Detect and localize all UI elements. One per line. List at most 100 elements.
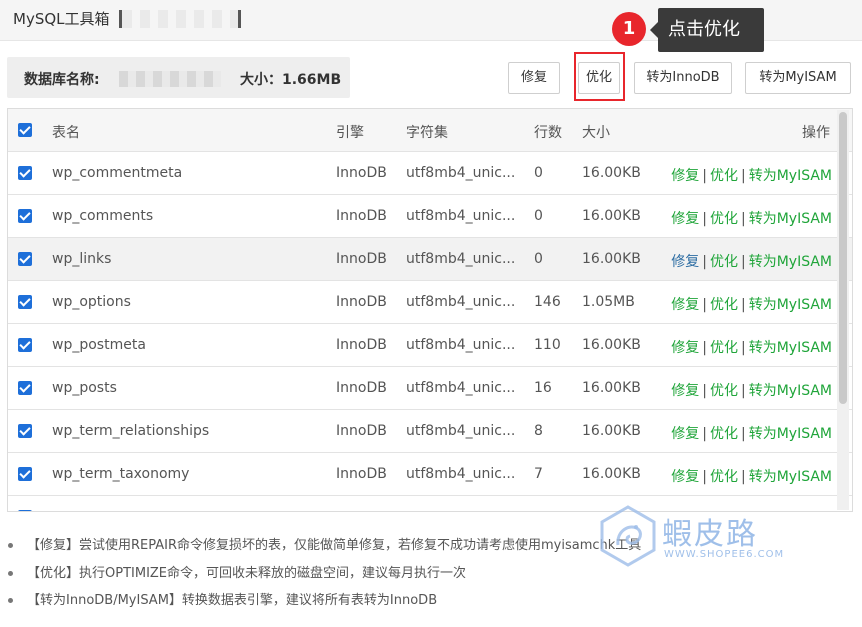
convert-myisam-button[interactable]: 转为MyISAM (745, 62, 851, 94)
row-checkbox[interactable] (18, 209, 32, 223)
row-repair-link[interactable]: 修复 (671, 383, 699, 399)
row-size: 16.00KB (582, 165, 641, 181)
row-optimize-link[interactable]: 优化 (710, 383, 738, 399)
note-item: 【优化】执行OPTIMIZE命令，可回收未释放的磁盘空间，建议每月执行一次 (8, 562, 466, 581)
op-separator: | (740, 340, 746, 356)
row-size: 16.00KB (582, 380, 641, 396)
table-row[interactable]: wp_postmeta InnoDB utf8mb4_unic... 110 1… (8, 324, 852, 367)
row-actions: 修复 | 优化 | 转为MyISAM (671, 294, 832, 314)
row-name: wp_commentmeta (52, 165, 183, 181)
note-text: 【优化】执行OPTIMIZE命令，可回收未释放的磁盘空间，建议每月执行一次 (27, 566, 467, 581)
header-rows: 行数 (534, 125, 562, 141)
row-optimize-link[interactable]: 优化 (710, 340, 738, 356)
row-size: 16.00KB (582, 466, 641, 482)
row-convert-link[interactable]: 转为MyISAM (749, 469, 832, 485)
row-rows: 7 (534, 466, 543, 482)
row-charset: utf8mb4_unic... (406, 380, 516, 396)
row-optimize-link[interactable]: 优化 (710, 469, 738, 485)
row-rows: 146 (534, 294, 561, 310)
table-row[interactable]: wp_posts InnoDB utf8mb4_unic... 16 16.00… (8, 367, 852, 410)
row-actions: 修复 | 优化 | 转为MyISAM (671, 423, 832, 443)
table-row[interactable]: wp_commentmeta InnoDB utf8mb4_unic... 0 … (8, 152, 852, 195)
row-checkbox[interactable] (18, 510, 32, 511)
row-checkbox[interactable] (18, 467, 32, 481)
table-row[interactable]: wp_term_relationships InnoDB utf8mb4_uni… (8, 410, 852, 453)
note-item: 【修复】尝试使用REPAIR命令修复损坏的表，仅能做简单修复，若修复不成功请考虑… (8, 534, 641, 553)
row-convert-link[interactable]: 转为MyISAM (749, 211, 832, 227)
watermark-site: WWW.SHOPEE6.COM (664, 549, 785, 560)
row-actions: 修复 | 优化 | 转为MyISAM (671, 380, 832, 400)
row-repair-link[interactable]: 修复 (671, 469, 699, 485)
row-name: wp_term_taxonomy (52, 466, 190, 482)
row-rows: 110 (534, 337, 561, 353)
table-row[interactable]: wp_comments InnoDB utf8mb4_unic... 0 16.… (8, 195, 852, 238)
row-checkbox[interactable] (18, 252, 32, 266)
note-text: 【修复】尝试使用REPAIR命令修复损坏的表，仅能做简单修复，若修复不成功请考虑… (27, 538, 642, 553)
tables-list: 表名 引擎 字符集 行数 大小 操作 wp_commentmeta InnoDB… (7, 108, 853, 512)
row-optimize-link[interactable]: 优化 (710, 254, 738, 270)
row-size: 16.00KB (582, 423, 641, 439)
row-engine: InnoDB (336, 251, 387, 267)
row-engine: InnoDB (336, 208, 387, 224)
row-optimize-link[interactable]: 优化 (710, 297, 738, 313)
shrimp-logo-icon (600, 505, 656, 567)
row-charset: utf8mb4_unic... (406, 423, 516, 439)
op-separator: | (702, 340, 707, 356)
op-separator: | (740, 426, 746, 442)
row-convert-link[interactable]: 转为MyISAM (749, 340, 832, 356)
note-item: 【转为InnoDB/MyISAM】转换数据表引擎，建议将所有表转为InnoDB (8, 589, 437, 608)
row-actions: 修复 | 优化 | 转为MyISAM (671, 337, 832, 357)
table-row[interactable]: wp_term_taxonomy InnoDB utf8mb4_unic... … (8, 453, 852, 496)
row-convert-link[interactable]: 转为MyISAM (749, 168, 832, 184)
row-size: 16.00KB (582, 337, 641, 353)
row-checkbox[interactable] (18, 338, 32, 352)
row-checkbox[interactable] (18, 295, 32, 309)
op-separator: | (740, 469, 746, 485)
row-convert-link[interactable]: 转为MyISAM (749, 426, 832, 442)
row-checkbox[interactable] (18, 381, 32, 395)
row-optimize-link[interactable]: 优化 (710, 168, 738, 184)
row-actions: 修复 | 优化 | 转为MyISAM (671, 466, 832, 486)
row-repair-link[interactable]: 修复 (671, 168, 699, 184)
row-name: wp_posts (52, 380, 117, 396)
row-rows: 0 (534, 165, 543, 181)
row-repair-link[interactable]: 修复 (671, 211, 699, 227)
row-convert-link[interactable]: 转为MyISAM (749, 297, 832, 313)
redacted-db-name (119, 10, 241, 28)
bullet-icon (8, 598, 13, 603)
row-repair-link[interactable]: 修复 (671, 340, 699, 356)
row-checkbox[interactable] (18, 424, 32, 438)
table-row[interactable]: wp_links InnoDB utf8mb4_unic... 0 16.00K… (8, 238, 852, 281)
table-row[interactable]: wp_options InnoDB utf8mb4_unic... 146 1.… (8, 281, 852, 324)
row-engine: InnoDB (336, 294, 387, 310)
table-scrollbar-thumb[interactable] (839, 112, 847, 404)
op-separator: | (702, 168, 707, 184)
bullet-icon (8, 571, 13, 576)
op-separator: | (702, 383, 707, 399)
row-rows: 8 (534, 423, 543, 439)
row-convert-link[interactable]: 转为MyISAM (749, 254, 832, 270)
op-separator: | (740, 297, 746, 313)
row-optimize-link[interactable]: 优化 (710, 426, 738, 442)
row-actions: 修复 | 优化 | 转为MyISAM (671, 208, 832, 228)
row-repair-link[interactable]: 修复 (671, 254, 699, 270)
repair-button[interactable]: 修复 (508, 62, 560, 94)
row-checkbox[interactable] (18, 166, 32, 180)
row-engine: InnoDB (336, 466, 387, 482)
convert-innodb-button[interactable]: 转为InnoDB (634, 62, 732, 94)
db-size-label: 大小：1.66MB (240, 72, 342, 88)
row-engine: InnoDB (336, 380, 387, 396)
header-size: 大小 (582, 125, 610, 141)
row-repair-link[interactable]: 修复 (671, 297, 699, 313)
op-separator: | (702, 469, 707, 485)
row-repair-link[interactable]: 修复 (671, 426, 699, 442)
select-all-checkbox[interactable] (18, 123, 32, 137)
row-charset: utf8mb4_unic... (406, 208, 516, 224)
row-optimize-link[interactable]: 优化 (710, 211, 738, 227)
row-actions: 修复 | 优化 | 转为MyISAM (671, 165, 832, 185)
row-convert-link[interactable]: 转为MyISAM (749, 383, 832, 399)
redacted-db-value (119, 71, 221, 87)
row-name: wp_options (52, 294, 131, 310)
header-engine: 引擎 (336, 125, 364, 141)
database-info-panel: 数据库名称: 大小：1.66MB (7, 57, 350, 98)
